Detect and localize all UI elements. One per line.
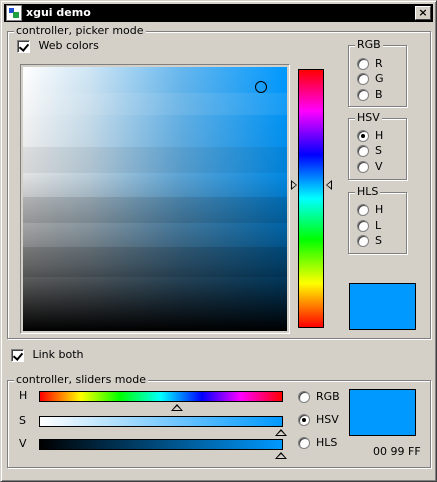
window-title: xgui demo bbox=[26, 6, 91, 19]
color-picker-frame bbox=[20, 64, 290, 334]
radio-label: S bbox=[375, 144, 382, 157]
radio-icon[interactable] bbox=[357, 129, 369, 142]
radio-label: V bbox=[375, 160, 383, 173]
hls-radio-l[interactable]: L bbox=[357, 219, 381, 232]
saturation-value-picker[interactable] bbox=[23, 67, 287, 331]
mode-radio-hsv[interactable]: HSV bbox=[298, 413, 339, 426]
picker-group-title: controller, picker mode bbox=[14, 24, 146, 38]
hls-group-title: HLS bbox=[355, 185, 381, 199]
mode-radio-hls[interactable]: HLS bbox=[298, 436, 337, 449]
picker-band bbox=[23, 93, 287, 115]
app-icon bbox=[6, 5, 22, 21]
close-button[interactable]: × bbox=[415, 6, 431, 20]
slider-label-h: H bbox=[19, 389, 28, 402]
web-colors-checkbox[interactable]: Web colors bbox=[17, 39, 99, 53]
hls-radio-s[interactable]: S bbox=[357, 234, 382, 247]
rgb-radio-b[interactable]: B bbox=[357, 88, 383, 101]
sliders-group-title: controller, sliders mode bbox=[14, 373, 149, 387]
radio-icon[interactable] bbox=[357, 160, 369, 173]
rgb-radio-r[interactable]: R bbox=[357, 57, 383, 70]
slider-color-swatch bbox=[349, 389, 416, 436]
slider-label-s: S bbox=[19, 414, 26, 427]
radio-label: H bbox=[375, 203, 384, 216]
slider-label-v: V bbox=[19, 437, 27, 450]
hsv-group-title: HSV bbox=[355, 111, 382, 125]
link-both-label: Link both bbox=[32, 348, 84, 361]
radio-label: L bbox=[375, 219, 382, 232]
saturation-slider-thumb-icon[interactable] bbox=[275, 429, 287, 436]
radio-icon[interactable] bbox=[357, 57, 369, 70]
radio-label: S bbox=[375, 234, 382, 247]
picker-cursor[interactable] bbox=[255, 81, 267, 93]
radio-label: R bbox=[375, 57, 383, 70]
radio-label: HLS bbox=[316, 436, 338, 449]
hsv-radio-h[interactable]: H bbox=[357, 129, 383, 142]
radio-icon[interactable] bbox=[357, 88, 369, 101]
hls-radio-h[interactable]: H bbox=[357, 203, 383, 216]
value-slider-track[interactable] bbox=[39, 439, 283, 450]
hue-slider-track[interactable] bbox=[39, 391, 283, 402]
radio-icon[interactable] bbox=[357, 203, 369, 216]
rgb-group-title: RGB bbox=[355, 38, 383, 52]
rgb-radio-g[interactable]: G bbox=[357, 72, 384, 85]
radio-icon[interactable] bbox=[298, 436, 310, 449]
radio-icon[interactable] bbox=[357, 234, 369, 247]
app-window: xgui demo × controller, picker mode Web … bbox=[0, 0, 437, 482]
hue-slider-thumb-icon[interactable] bbox=[171, 404, 183, 411]
hue-marker-left-icon[interactable] bbox=[291, 180, 297, 190]
radio-label: B bbox=[375, 88, 383, 101]
web-colors-label: Web colors bbox=[38, 39, 99, 52]
hsv-radio-s[interactable]: S bbox=[357, 144, 382, 157]
radio-label: G bbox=[375, 72, 384, 85]
title-bar[interactable]: xgui demo × bbox=[4, 4, 433, 22]
picker-color-swatch bbox=[349, 283, 416, 330]
value-slider-thumb-icon[interactable] bbox=[275, 452, 287, 459]
hex-readout: 00 99 FF bbox=[373, 445, 421, 458]
web-colors-check-icon[interactable] bbox=[17, 39, 30, 53]
radio-icon[interactable] bbox=[357, 144, 369, 157]
picker-band bbox=[23, 147, 287, 173]
hsv-radio-v[interactable]: V bbox=[357, 160, 383, 173]
link-both-check-icon[interactable] bbox=[11, 348, 24, 362]
hue-strip[interactable] bbox=[298, 69, 324, 328]
radio-icon[interactable] bbox=[298, 413, 310, 426]
picker-band bbox=[23, 247, 287, 277]
link-both-checkbox[interactable]: Link both bbox=[11, 348, 84, 362]
radio-label: RGB bbox=[316, 390, 340, 403]
picker-band bbox=[23, 197, 287, 223]
saturation-slider-track[interactable] bbox=[39, 416, 283, 427]
mode-radio-rgb[interactable]: RGB bbox=[298, 390, 340, 403]
radio-label: HSV bbox=[316, 413, 339, 426]
radio-icon[interactable] bbox=[357, 219, 369, 232]
hue-marker-right-icon[interactable] bbox=[326, 180, 332, 190]
radio-icon[interactable] bbox=[298, 390, 310, 403]
radio-icon[interactable] bbox=[357, 72, 369, 85]
radio-label: H bbox=[375, 129, 384, 142]
